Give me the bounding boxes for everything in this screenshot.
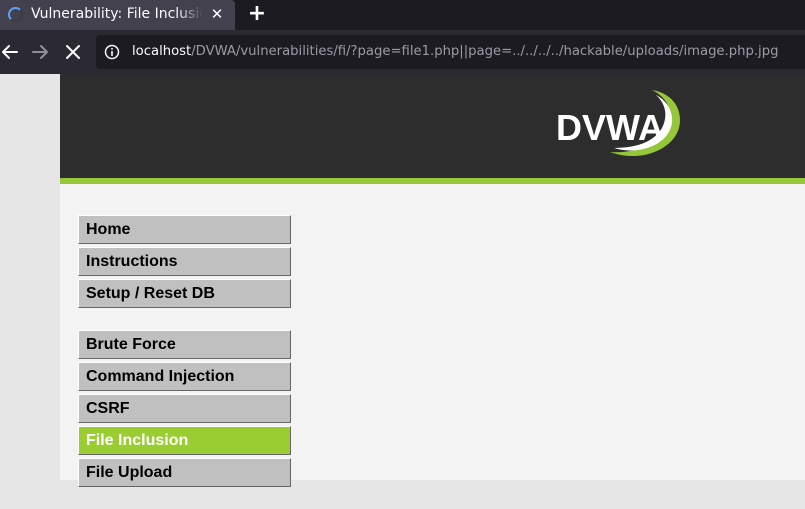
menu-item-brute-force[interactable]: Brute Force — [78, 330, 291, 359]
back-arrow-icon — [2, 45, 18, 59]
tab-close-button[interactable]: ✕ — [209, 5, 225, 23]
dvwa-container: DVWA Home Instructions Setup / Reset DB Br… — [60, 74, 805, 487]
address-bar[interactable]: localhost/DVWA/vulnerabilities/fi/?page=… — [96, 35, 805, 69]
url-text[interactable]: localhost/DVWA/vulnerabilities/fi/?page=… — [132, 44, 778, 59]
tab-active[interactable]: Vulnerability: File Inclusion :: Damn Vu… — [0, 0, 235, 30]
navigation-toolbar: localhost/DVWA/vulnerabilities/fi/?page=… — [0, 30, 805, 74]
url-host: localhost — [132, 44, 192, 59]
menu-item-setup-reset-db[interactable]: Setup / Reset DB — [78, 279, 291, 308]
page-viewport: DVWA Home Instructions Setup / Reset DB Br… — [0, 74, 805, 487]
menu-item-csrf[interactable]: CSRF — [78, 394, 291, 423]
url-path: /DVWA/vulnerabilities/fi/?page=file1.php… — [191, 44, 779, 59]
logo-text: DVWA — [556, 107, 664, 148]
menu-item-command-injection[interactable]: Command Injection — [78, 362, 291, 391]
menu-item-file-inclusion[interactable]: File Inclusion — [78, 426, 291, 455]
new-tab-button[interactable]: + — [246, 3, 268, 25]
menu-item-instructions[interactable]: Instructions — [78, 247, 291, 276]
menu-group-vulnerabilities: Brute Force Command Injection CSRF File Inc… — [78, 330, 291, 487]
tab-title: Vulnerability: File Inclusion :: Damn Vu… — [31, 6, 203, 22]
stop-x-icon — [66, 45, 80, 59]
loading-spinner-icon — [8, 7, 23, 22]
tab-strip: Vulnerability: File Inclusion :: Damn Vu… — [0, 0, 805, 30]
site-info-icon[interactable] — [104, 44, 120, 60]
menu-group-main: Home Instructions Setup / Reset DB — [78, 215, 291, 308]
stop-button[interactable] — [62, 42, 84, 62]
side-menu: Home Instructions Setup / Reset DB Brute F… — [78, 215, 291, 509]
forward-arrow-icon — [32, 45, 48, 59]
dvwa-header: DVWA — [60, 74, 805, 184]
back-button[interactable] — [0, 42, 22, 62]
menu-item-file-upload[interactable]: File Upload — [78, 458, 291, 487]
dvwa-logo: DVWA — [556, 90, 680, 157]
forward-button[interactable] — [30, 42, 52, 62]
menu-item-home[interactable]: Home — [78, 215, 291, 244]
